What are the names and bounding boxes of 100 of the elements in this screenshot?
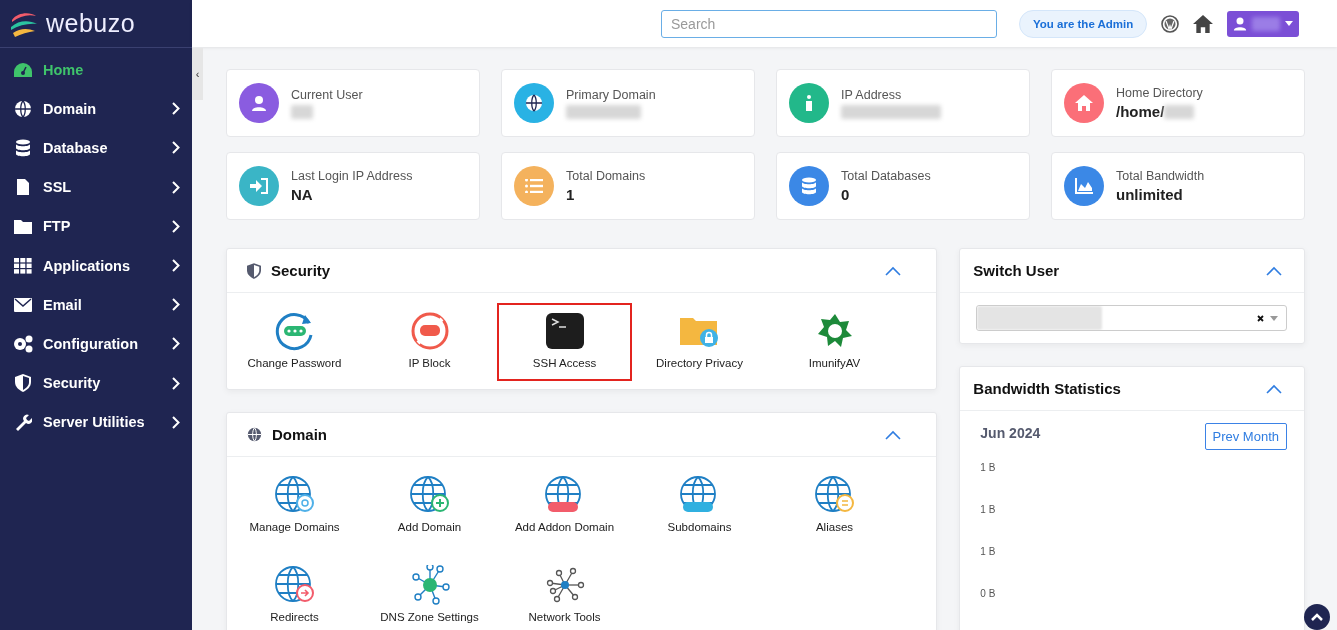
redacted-value	[1164, 104, 1195, 119]
sidebar-toggle[interactable]: ‹	[192, 48, 203, 100]
scroll-top-button[interactable]	[1304, 604, 1330, 630]
chevron-right-icon	[172, 415, 180, 429]
gears-icon	[12, 334, 34, 353]
panel-title: Bandwidth Statistics	[973, 380, 1122, 397]
section-title: Security	[271, 262, 332, 279]
sidebar-item[interactable]: Server Utilities	[0, 402, 192, 442]
sidebar-item[interactable]: Security	[0, 363, 192, 403]
sidebar-item[interactable]: Applications	[0, 245, 192, 286]
sidebar-item[interactable]: Home	[0, 50, 192, 90]
tool-link[interactable]: Manage Domains	[227, 467, 362, 545]
grid-icon	[14, 257, 32, 274]
tool-link[interactable]: Change Password	[227, 303, 362, 381]
chevron-right-icon	[172, 298, 180, 312]
password-refresh-icon	[274, 311, 315, 351]
stat-value: unlimited	[1116, 186, 1183, 203]
collapse-icon[interactable]	[1266, 383, 1282, 394]
tool-link[interactable]: Network Tools	[497, 557, 632, 630]
tool-link[interactable]: IP Block	[362, 303, 497, 381]
tool-link[interactable]: DNS Zone Settings	[362, 557, 497, 630]
chevron-right-icon	[172, 219, 180, 233]
axis-label: 1 B	[980, 504, 997, 515]
caret-icon	[1285, 21, 1294, 26]
chevron-right-icon	[172, 376, 180, 390]
tool-link[interactable]: Add Domain	[362, 467, 497, 545]
chevron-right-icon	[172, 259, 180, 273]
file-icon	[16, 178, 30, 197]
sidebar-item[interactable]: Domain	[0, 89, 192, 129]
wordpress-icon[interactable]	[1161, 14, 1180, 33]
stat-value: /home/	[1116, 103, 1165, 120]
stat-label: Total Databases	[841, 169, 931, 183]
tool-link[interactable]: Directory Privacy	[632, 303, 767, 381]
axis-label: 1 B	[980, 462, 997, 473]
user-icon	[1233, 16, 1248, 31]
globe-plus-icon	[408, 475, 451, 515]
tool-link[interactable]: Redirects	[227, 557, 362, 630]
caret-icon	[1270, 315, 1278, 321]
house-icon	[1075, 95, 1093, 111]
tool-link[interactable]: Subdomains	[632, 467, 767, 545]
dashboard-icon	[13, 61, 33, 78]
month-label: Jun 2024	[980, 425, 1041, 441]
user-icon	[251, 95, 267, 111]
sidebar-item[interactable]: Configuration	[0, 324, 192, 364]
database-icon	[15, 138, 31, 157]
stat-label: Total Bandwidth	[1116, 169, 1205, 183]
sidebar-item[interactable]: Email	[0, 285, 192, 325]
sidebar-item[interactable]: FTP	[0, 206, 192, 246]
sidebar-item[interactable]: Database	[0, 128, 192, 168]
chevron-up-icon	[1311, 613, 1323, 621]
sign-in-icon	[250, 178, 268, 194]
envelope-icon	[14, 297, 32, 312]
globe-equals-icon	[813, 475, 856, 515]
axis-label: 1 B	[980, 546, 997, 557]
prev-month-button[interactable]: Prev Month	[1204, 423, 1287, 450]
network-globe-icon	[409, 565, 450, 605]
collapse-icon[interactable]	[885, 265, 902, 276]
collapse-icon[interactable]	[885, 429, 902, 440]
stat-value: NA	[291, 186, 313, 203]
stat-value: 0	[841, 186, 850, 203]
shield-icon	[247, 262, 261, 279]
sidebar-item[interactable]: SSL	[0, 167, 192, 207]
tool-link[interactable]: SSH Access	[497, 303, 632, 381]
stat-label: IP Address	[841, 87, 903, 102]
stat-label: Total Domains	[566, 169, 646, 183]
stat-value: 1	[566, 186, 575, 203]
clear-icon[interactable]	[1257, 314, 1264, 322]
stat-label: Last Login IP Address	[291, 169, 413, 183]
folder-icon	[14, 218, 32, 234]
admin-badge: You are the Admin	[1019, 9, 1148, 38]
tool-link[interactable]: Aliases	[767, 467, 902, 545]
globe-icon	[525, 94, 543, 112]
collapse-icon[interactable]	[1266, 265, 1282, 276]
house-icon[interactable]	[1193, 14, 1214, 33]
chevron-right-icon	[172, 180, 180, 194]
logo-text: webuzo	[46, 9, 136, 38]
database-icon	[801, 177, 817, 195]
ip-block-icon	[409, 311, 450, 351]
shield-icon	[15, 374, 31, 393]
globe-icon	[14, 99, 32, 118]
area-chart-icon	[1075, 178, 1093, 194]
terminal-icon	[544, 312, 585, 350]
panel-title: Switch User	[973, 262, 1061, 279]
globe-icon	[247, 427, 262, 442]
list-icon	[525, 179, 543, 193]
chevron-right-icon	[172, 102, 180, 116]
user-menu-button[interactable]	[1227, 10, 1300, 37]
folder-lock-icon	[678, 315, 721, 347]
stat-label: Current User	[291, 87, 363, 102]
stat-label: Primary Domain	[566, 87, 656, 102]
globe-arrow-icon	[273, 565, 316, 605]
redacted-value	[291, 104, 313, 119]
search-field[interactable]: Search	[661, 9, 997, 38]
network-nodes-icon	[544, 565, 585, 605]
chevron-right-icon	[172, 141, 180, 155]
tool-link[interactable]: Add Addon Domain	[497, 467, 632, 545]
wrench-icon	[14, 413, 32, 432]
tool-link[interactable]: ImunifyAV	[767, 303, 902, 381]
globe-gear-icon	[273, 475, 316, 515]
section-title: Domain	[272, 426, 328, 443]
